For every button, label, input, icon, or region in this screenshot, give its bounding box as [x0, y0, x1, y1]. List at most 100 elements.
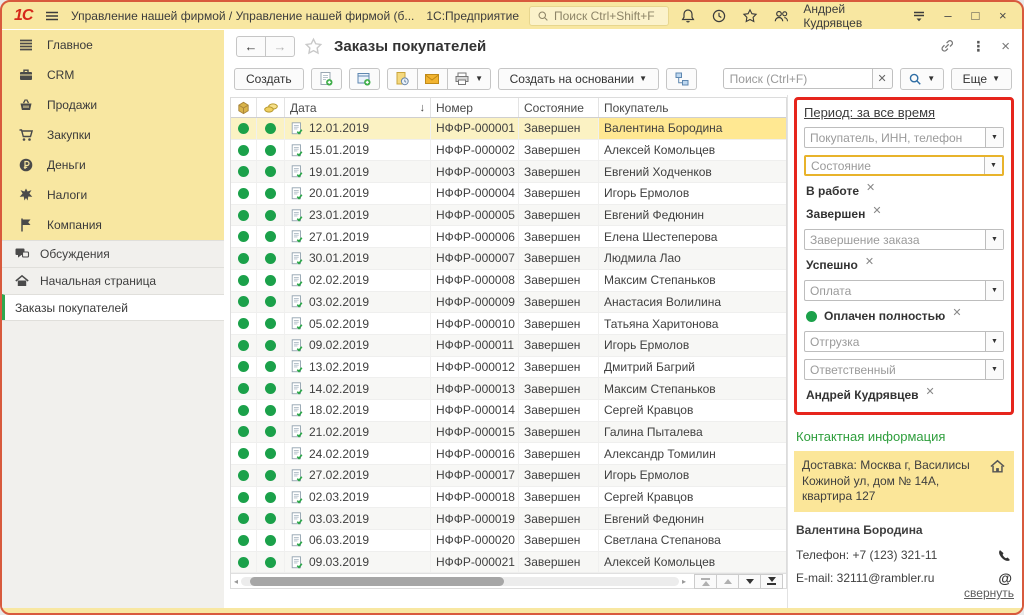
history-icon[interactable] — [710, 6, 728, 26]
table-row[interactable]: 13.02.2019 НФФР-000012 Завершен Дмитрий … — [231, 357, 786, 379]
notifications-bell-icon[interactable] — [679, 6, 697, 26]
completion-filter-field[interactable]: Завершение заказа ▼ — [804, 229, 1004, 250]
print-button[interactable]: ▼ — [447, 68, 491, 90]
page-down-button[interactable] — [738, 574, 761, 589]
scroll-right-icon[interactable]: ▸ — [682, 577, 686, 586]
email-button[interactable] — [417, 68, 448, 90]
green-status-dot — [265, 166, 276, 177]
copy-document-button[interactable] — [311, 68, 342, 90]
state-column-header[interactable]: Состояние — [519, 98, 599, 117]
table-row[interactable]: 20.01.2019 НФФР-000004 Завершен Игорь Ер… — [231, 183, 786, 205]
dropdown-button[interactable]: ▼ — [984, 157, 1002, 174]
table-row[interactable]: 27.01.2019 НФФР-000006 Завершен Елена Ше… — [231, 226, 786, 248]
horizontal-scrollbar[interactable]: ◂ ▸ — [231, 573, 786, 588]
scroll-left-icon[interactable]: ◂ — [234, 577, 238, 586]
sidebar-item-company[interactable]: Компания — [2, 210, 224, 240]
sidebar-item-crm[interactable]: CRM — [2, 60, 224, 90]
table-row[interactable]: 09.02.2019 НФФР-000011 Завершен Игорь Ер… — [231, 335, 786, 357]
sidebar-item-money[interactable]: Деньги — [2, 150, 224, 180]
go-first-button[interactable] — [694, 574, 717, 589]
table-row[interactable]: 30.01.2019 НФФР-000007 Завершен Людмила … — [231, 248, 786, 270]
contact-email-row[interactable]: E-mail: 32111@rambler.ru @ — [796, 570, 1012, 586]
table-row[interactable]: 03.02.2019 НФФР-000009 Завершен Анастаси… — [231, 292, 786, 314]
dropdown-button[interactable]: ▼ — [985, 360, 1003, 379]
table-row[interactable]: 27.02.2019 НФФР-000017 Завершен Игорь Ер… — [231, 465, 786, 487]
table-row[interactable]: 06.03.2019 НФФР-000020 Завершен Светлана… — [231, 530, 786, 552]
table-row[interactable]: 03.03.2019 НФФР-000019 Завершен Евгений … — [231, 508, 786, 530]
sidebar-item-discussions[interactable]: Обсуждения — [2, 240, 224, 267]
users-icon[interactable] — [772, 6, 790, 26]
dropdown-button[interactable]: ▼ — [985, 332, 1003, 351]
create-group-button[interactable] — [349, 68, 380, 90]
table-row[interactable]: 15.01.2019 НФФР-000002 Завершен Алексей … — [231, 140, 786, 162]
page-up-button[interactable] — [716, 574, 739, 589]
go-last-button[interactable] — [760, 574, 783, 589]
buyer-column-header[interactable]: Покупатель — [599, 98, 786, 117]
remove-tag-icon[interactable]: ✕ — [952, 306, 961, 319]
create-button[interactable]: Создать — [234, 68, 304, 90]
close-window-button[interactable]: × — [996, 8, 1010, 23]
sidebar-item-purchases[interactable]: Закупки — [2, 120, 224, 150]
table-row[interactable]: 21.02.2019 НФФР-000015 Завершен Галина П… — [231, 422, 786, 444]
table-row[interactable]: 02.02.2019 НФФР-000008 Завершен Максим С… — [231, 270, 786, 292]
sidebar-item-taxes[interactable]: Налоги — [2, 180, 224, 210]
remove-tag-icon[interactable]: ✕ — [866, 181, 875, 194]
scrollbar-track[interactable] — [241, 577, 679, 586]
minimize-button[interactable]: – — [941, 8, 955, 23]
table-row[interactable]: 09.03.2019 НФФР-000021 Завершен Алексей … — [231, 552, 786, 574]
sidebar-item-sales[interactable]: Продажи — [2, 90, 224, 120]
remove-tag-icon[interactable]: ✕ — [865, 255, 874, 268]
sidebar-tab-customer-orders[interactable]: Заказы покупателей — [2, 294, 224, 320]
forward-button[interactable]: → — [265, 36, 295, 57]
payment-filter-field[interactable]: Оплата ▼ — [804, 280, 1004, 301]
current-user[interactable]: Андрей Кудрявцев — [803, 2, 896, 30]
global-search[interactable]: Поиск Ctrl+Shift+F — [529, 6, 669, 26]
number-column-header[interactable]: Номер — [431, 98, 519, 117]
search-options-button[interactable]: ▼ — [900, 68, 944, 90]
state-filter-field[interactable]: Состояние ▼ — [804, 155, 1004, 176]
table-row[interactable]: 23.01.2019 НФФР-000005 Завершен Евгений … — [231, 205, 786, 227]
table-row[interactable]: 02.03.2019 НФФР-000018 Завершен Сергей К… — [231, 487, 786, 509]
date-column-header[interactable]: Дата ↓ — [285, 98, 431, 117]
collapse-link[interactable]: свернуть — [964, 586, 1014, 602]
dropdown-button[interactable]: ▼ — [985, 281, 1003, 300]
more-button[interactable]: Еще▼ — [951, 68, 1012, 90]
remove-tag-icon[interactable]: ✕ — [872, 204, 881, 217]
service-menu-icon[interactable] — [910, 6, 928, 26]
responsible-filter-field[interactable]: Ответственный ▼ — [804, 359, 1004, 380]
invoice-button[interactable] — [387, 68, 418, 90]
green-status-dot — [238, 231, 249, 242]
shipment-filter-field[interactable]: Отгрузка ▼ — [804, 331, 1004, 352]
table-row[interactable]: 05.02.2019 НФФР-000010 Завершен Татьяна … — [231, 313, 786, 335]
customer-filter-field[interactable]: Покупатель, ИНН, телефон ▼ — [804, 127, 1004, 148]
delivery-address-card[interactable]: Доставка: Москва г, Василисы Кожиной ул,… — [794, 451, 1014, 512]
clear-search-icon[interactable]: ✕ — [872, 68, 893, 89]
remove-tag-icon[interactable]: ✕ — [926, 385, 935, 398]
form-header: ← → Заказы покупателей ⋮ × — [224, 30, 1022, 62]
scrollbar-thumb[interactable] — [250, 577, 504, 586]
back-button[interactable]: ← — [236, 36, 266, 57]
period-link[interactable]: Период: за все время — [804, 105, 935, 120]
contact-phone-row[interactable]: Телефон: +7 (123) 321-11 — [796, 548, 1012, 563]
favorite-star-icon[interactable] — [304, 37, 323, 56]
table-row[interactable]: 12.01.2019 НФФР-000001 Завершен Валентин… — [231, 118, 786, 140]
hierarchy-button[interactable] — [666, 68, 697, 90]
maximize-button[interactable]: □ — [968, 8, 982, 23]
table-row[interactable]: 19.01.2019 НФФР-000003 Завершен Евгений … — [231, 161, 786, 183]
main-menu-icon[interactable] — [42, 6, 61, 26]
dropdown-button[interactable]: ▼ — [985, 128, 1003, 147]
sidebar-item-home-page[interactable]: Начальная страница — [2, 267, 224, 294]
get-link-icon[interactable] — [939, 38, 955, 54]
table-row[interactable]: 18.02.2019 НФФР-000014 Завершен Сергей К… — [231, 400, 786, 422]
dropdown-button[interactable]: ▼ — [985, 230, 1003, 249]
create-based-on-button[interactable]: Создать на основании▼ — [498, 68, 659, 90]
shipment-column-header[interactable] — [231, 98, 257, 117]
sidebar-item-main[interactable]: Главное — [2, 30, 224, 60]
favorites-star-icon[interactable] — [741, 6, 759, 26]
payment-column-header[interactable] — [257, 98, 285, 117]
list-search-input[interactable] — [723, 68, 873, 89]
close-form-icon[interactable]: × — [1001, 38, 1010, 55]
table-row[interactable]: 14.02.2019 НФФР-000013 Завершен Максим С… — [231, 378, 786, 400]
more-menu-icon[interactable]: ⋮ — [971, 38, 985, 55]
table-row[interactable]: 24.02.2019 НФФР-000016 Завершен Александ… — [231, 443, 786, 465]
